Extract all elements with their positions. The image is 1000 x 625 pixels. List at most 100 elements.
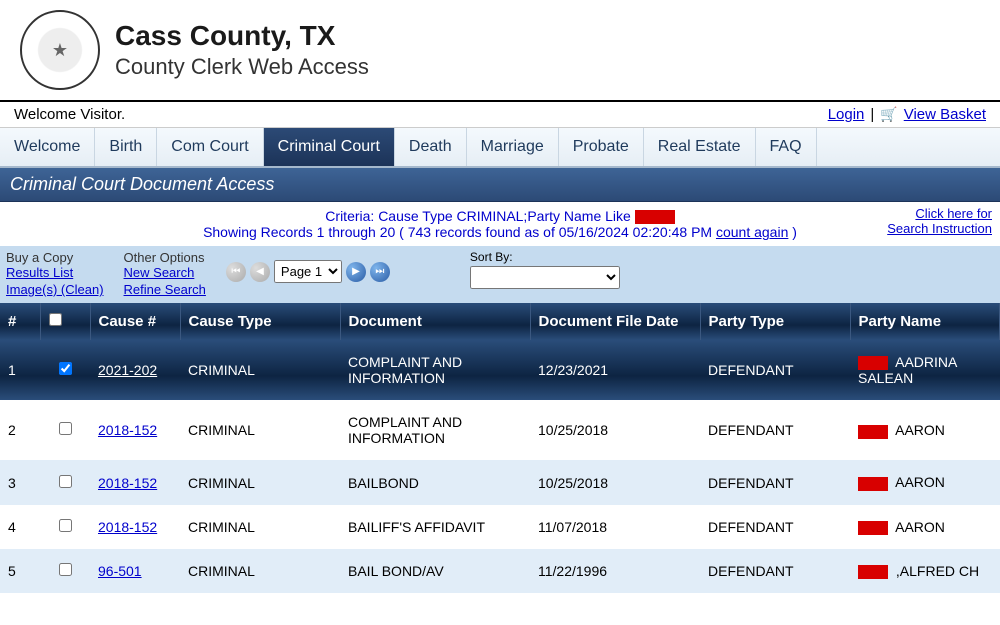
showing-line: Showing Records 1 through 20 ( 743 recor… [8, 224, 992, 240]
cell-document: BAILBOND [340, 460, 530, 504]
nav-birth[interactable]: Birth [95, 128, 157, 166]
showing-prefix: Showing Records 1 through 20 ( 743 recor… [203, 224, 716, 240]
cell-checkbox [40, 460, 90, 504]
nav-com-court[interactable]: Com Court [157, 128, 263, 166]
click-here-link[interactable]: Click here for [915, 206, 992, 221]
redacted-name-part [858, 425, 888, 439]
cell-rownum: 4 [0, 505, 40, 549]
search-instructions-block: Click here for Search Instruction [887, 206, 992, 236]
cell-cause: 2018-152 [90, 460, 180, 504]
results-list-link[interactable]: Results List [6, 265, 104, 282]
nav-criminal-court[interactable]: Criminal Court [264, 128, 395, 166]
top-bar: Welcome Visitor. Login | 🛒 View Basket [0, 102, 1000, 128]
separator: | [870, 106, 874, 123]
cell-file-date: 11/22/1996 [530, 549, 700, 593]
nav-probate[interactable]: Probate [559, 128, 644, 166]
cell-rownum: 1 [0, 340, 40, 400]
cell-cause: 2018-152 [90, 505, 180, 549]
site-title: Cass County, TX [115, 20, 369, 52]
cell-file-date: 10/25/2018 [530, 460, 700, 504]
title-block: Cass County, TX County Clerk Web Access [115, 20, 369, 80]
cell-rownum: 3 [0, 460, 40, 504]
page-select[interactable]: Page 1 [274, 260, 342, 283]
th-file-date[interactable]: Document File Date [530, 303, 700, 340]
nav-faq[interactable]: FAQ [756, 128, 817, 166]
cell-document: BAILIFF'S AFFIDAVIT [340, 505, 530, 549]
cause-link[interactable]: 2018-152 [98, 475, 157, 491]
welcome-text: Welcome Visitor. [14, 106, 125, 123]
cell-cause-type: CRIMINAL [180, 340, 340, 400]
showing-suffix: ) [792, 224, 797, 240]
cell-party-type: DEFENDANT [700, 549, 850, 593]
next-page-icon[interactable]: ▶ [346, 262, 366, 282]
table-header-row: # Cause # Cause Type Document Document F… [0, 303, 1000, 340]
images-clean-link[interactable]: Image(s) (Clean) [6, 282, 104, 299]
search-instructions-link[interactable]: Search Instruction [887, 221, 992, 236]
cell-document: COMPLAINT AND INFORMATION [340, 400, 530, 460]
cell-cause-type: CRIMINAL [180, 400, 340, 460]
pager: ⏮ ◀ Page 1 ▶ ⏭ [226, 250, 390, 283]
cell-cause: 96-501 [90, 549, 180, 593]
th-document[interactable]: Document [340, 303, 530, 340]
criteria-text: Criteria: Cause Type CRIMINAL;Party Name… [325, 208, 634, 224]
cause-link[interactable]: 2018-152 [98, 422, 157, 438]
redacted-name-part [858, 477, 888, 491]
table-row[interactable]: 1 2021-202 CRIMINALCOMPLAINT AND INFORMATI… [0, 340, 1000, 400]
cell-party-type: DEFENDANT [700, 505, 850, 549]
results-table: # Cause # Cause Type Document Document F… [0, 303, 1000, 593]
site-subtitle: County Clerk Web Access [115, 54, 369, 80]
cell-cause: 2018-152 [90, 400, 180, 460]
nav-real-estate[interactable]: Real Estate [644, 128, 756, 166]
row-checkbox[interactable] [59, 519, 72, 532]
nav-welcome[interactable]: Welcome [0, 128, 95, 166]
page-title: Criminal Court Document Access [0, 168, 1000, 202]
cell-file-date: 11/07/2018 [530, 505, 700, 549]
other-options-title: Other Options [124, 250, 205, 265]
row-checkbox[interactable] [59, 422, 72, 435]
state-seal-icon [20, 10, 100, 90]
nav-marriage[interactable]: Marriage [467, 128, 559, 166]
cause-link[interactable]: 96-501 [98, 563, 142, 579]
prev-page-icon[interactable]: ◀ [250, 262, 270, 282]
new-search-link[interactable]: New Search [124, 265, 206, 282]
row-checkbox[interactable] [59, 362, 72, 375]
cell-cause-type: CRIMINAL [180, 505, 340, 549]
redacted-name-part [858, 565, 888, 579]
th-cause[interactable]: Cause # [90, 303, 180, 340]
cell-document: COMPLAINT AND INFORMATION [340, 340, 530, 400]
table-row[interactable]: 596-501CRIMINALBAIL BOND/AV11/22/1996DEF… [0, 549, 1000, 593]
buy-copy-title: Buy a Copy [6, 250, 73, 265]
first-page-icon[interactable]: ⏮ [226, 262, 246, 282]
cell-document: BAIL BOND/AV [340, 549, 530, 593]
cell-checkbox [40, 505, 90, 549]
criteria-area: Click here for Search Instruction Criter… [0, 202, 1000, 246]
table-row[interactable]: 32018-152CRIMINALBAILBOND10/25/2018DEFEN… [0, 460, 1000, 504]
table-row[interactable]: 4 2018-152 CRIMINALBAILIFF'S AFFIDAVIT11/0… [0, 505, 1000, 549]
cell-file-date: 10/25/2018 [530, 400, 700, 460]
nav-death[interactable]: Death [395, 128, 467, 166]
criteria-line: Criteria: Cause Type CRIMINAL;Party Name… [8, 208, 992, 224]
table-row[interactable]: 22018-152CRIMINALCOMPLAINT AND INFORMATI… [0, 400, 1000, 460]
th-party-type[interactable]: Party Type [700, 303, 850, 340]
row-checkbox[interactable] [59, 563, 72, 576]
redacted-name-part [858, 521, 888, 535]
login-link[interactable]: Login [828, 106, 865, 123]
cell-cause-type: CRIMINAL [180, 460, 340, 504]
main-nav: Welcome Birth Com Court Criminal Court D… [0, 128, 1000, 168]
cell-cause-type: CRIMINAL [180, 549, 340, 593]
view-basket-link[interactable]: View Basket [904, 106, 986, 123]
refine-search-link[interactable]: Refine Search [124, 282, 206, 299]
count-again-link[interactable]: count again [716, 224, 788, 240]
criteria-redacted-value [635, 210, 675, 224]
cause-link[interactable]: 2021-202 [98, 362, 157, 378]
cell-checkbox [40, 400, 90, 460]
last-page-icon[interactable]: ⏭ [370, 262, 390, 282]
th-party-name[interactable]: Party Name [850, 303, 1000, 340]
cause-link[interactable]: 2018-152 [98, 519, 157, 535]
sort-select[interactable] [470, 266, 620, 289]
th-rownum[interactable]: # [0, 303, 40, 340]
select-all-checkbox[interactable] [49, 313, 62, 326]
th-cause-type[interactable]: Cause Type [180, 303, 340, 340]
row-checkbox[interactable] [59, 475, 72, 488]
cell-checkbox [40, 340, 90, 400]
